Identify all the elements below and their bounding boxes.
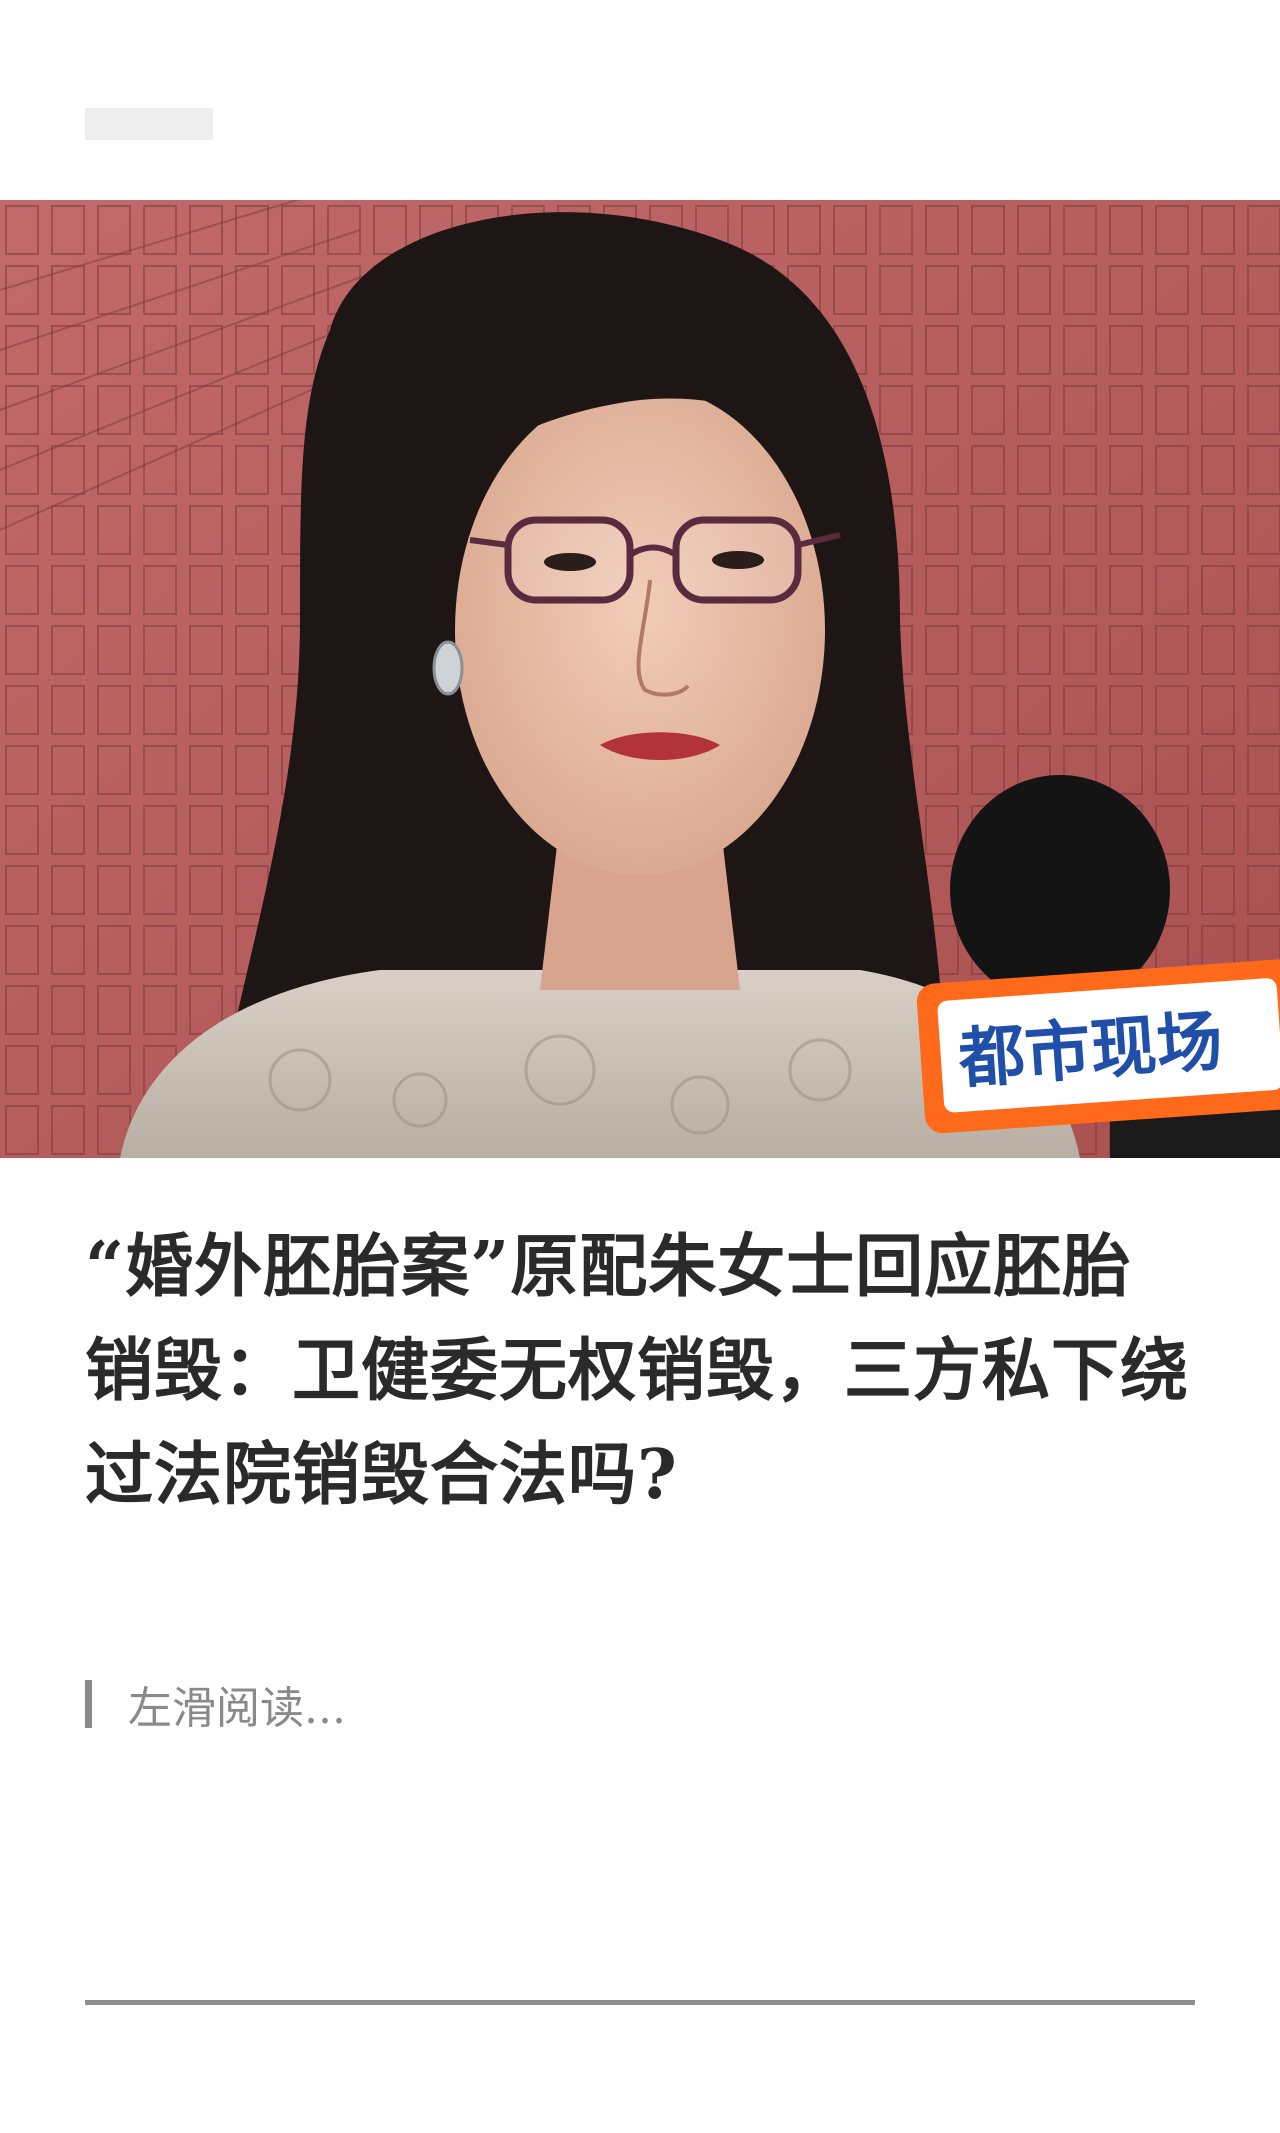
swipe-hint[interactable]: 左滑阅读... — [85, 1676, 346, 1734]
top-placeholder-bar — [85, 108, 213, 140]
swipe-hint-text: 左滑阅读... — [128, 1683, 346, 1734]
face — [455, 385, 825, 875]
earring — [432, 640, 464, 696]
article-title: “婚外胚胎案”原配朱女士回应胚胎销毁：卫健委无权销毁，三方私下绕过法院销毁合法吗… — [85, 1227, 1190, 1515]
swipe-hint-bar — [85, 1680, 92, 1728]
bottom-divider — [85, 2000, 1195, 2005]
hero-image: 都市现场 — [0, 200, 1280, 1158]
